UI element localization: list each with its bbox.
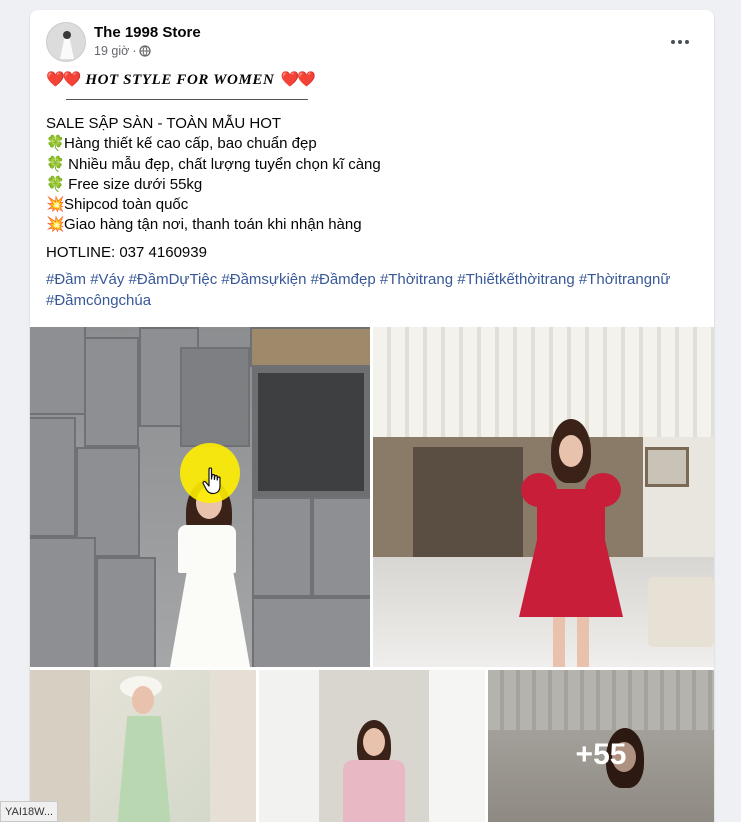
post-timestamp[interactable]: 19 giờ — [94, 44, 129, 58]
post-photo[interactable] — [373, 327, 714, 667]
post-line: 🍀 Free size dưới 55kg — [46, 175, 702, 195]
page-avatar[interactable] — [46, 22, 86, 62]
post-line: 🍀Hàng thiết kế cao cấp, bao chuẩn đẹp — [46, 134, 702, 154]
post-photo[interactable] — [259, 670, 485, 822]
more-photos-count: +55 — [575, 738, 627, 771]
more-options-button[interactable] — [662, 24, 698, 60]
heart-emoji: ❤️❤️ — [280, 70, 315, 88]
post-meta: 19 giờ · — [94, 44, 152, 58]
post-photo[interactable]: +55 — [488, 670, 714, 822]
hashtags: #Đầm #Váy #ĐầmDựTiệc #Đầmsựkiện #Đầmđẹp … — [46, 270, 702, 311]
heart-emoji: ❤️❤️ — [46, 70, 81, 88]
more-dots-icon — [671, 40, 675, 44]
title-underline — [66, 99, 308, 100]
post-line: 💥Shipcod toàn quốc — [46, 195, 702, 215]
hashtag-link[interactable]: #Váy — [90, 271, 124, 288]
hotline-text: HOTLINE: 037 4160939 — [46, 243, 207, 261]
more-photos-overlay[interactable]: +55 — [488, 670, 714, 822]
post-line: SALE SẬP SÀN - TOÀN MẪU HOT — [46, 115, 282, 132]
post-title: HOT STYLE FOR WOMEN — [85, 71, 275, 88]
clover-icon: 🍀 — [46, 135, 65, 153]
hashtag-link[interactable]: #ĐầmDựTiệc — [129, 271, 218, 288]
post-title-line: ❤️❤️ HOT STYLE FOR WOMEN ❤️❤️ — [46, 68, 702, 92]
post-line: 🍀 Nhiều mẫu đẹp, chất lượng tuyển chọn k… — [46, 155, 702, 175]
post-photo[interactable] — [30, 670, 256, 822]
hashtag-link[interactable]: #Thờitrang — [380, 271, 453, 288]
clover-icon: 🍀 — [46, 175, 65, 193]
hashtag-link[interactable]: #Đầmcôngchúa — [46, 292, 151, 309]
wall-window — [252, 367, 370, 497]
page-name-link[interactable]: The 1998 Store — [94, 24, 201, 41]
globe-icon[interactable] — [139, 45, 152, 57]
hashtag-link[interactable]: #Thờitrangnữ — [579, 271, 671, 288]
hashtag-link[interactable]: #Đầmđẹp — [311, 271, 376, 288]
post-line: 💥Giao hàng tận nơi, thanh toán khi nhận … — [46, 215, 702, 235]
status-chip: YAI18W... — [0, 801, 59, 822]
hashtag-link[interactable]: #Đầmsựkiện — [221, 271, 306, 288]
hashtag-link[interactable]: #Thiếtkếthờitrang — [457, 271, 574, 288]
clover-icon: 🍀 — [46, 155, 65, 173]
hashtag-link[interactable]: #Đầm — [46, 271, 86, 288]
collision-icon: 💥 — [46, 216, 65, 234]
post-header: The 1998 Store 19 giờ · — [46, 22, 698, 62]
post-card: The 1998 Store 19 giờ · ❤️❤️ HOT STYLE F… — [30, 10, 714, 822]
collision-icon: 💥 — [46, 196, 65, 214]
hand-cursor-icon — [202, 467, 221, 495]
post-text: ❤️❤️ HOT STYLE FOR WOMEN ❤️❤️ SALE SẬP S… — [46, 68, 702, 311]
